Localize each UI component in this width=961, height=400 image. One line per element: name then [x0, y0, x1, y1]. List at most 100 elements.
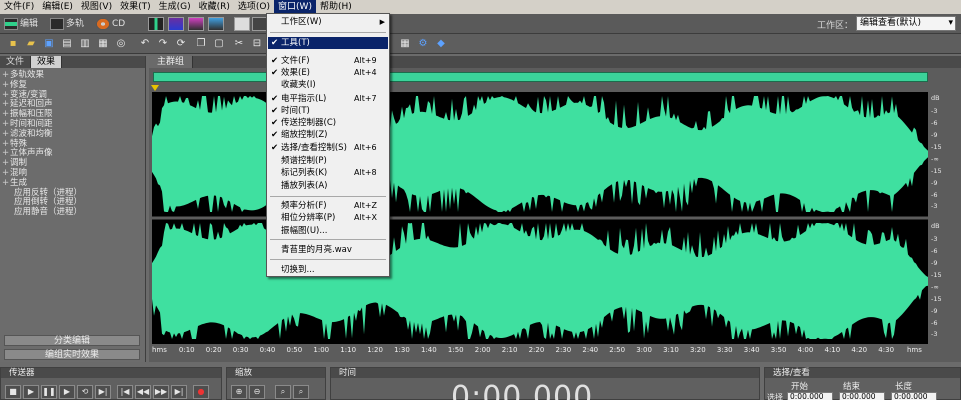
menu-item-3[interactable]: 效果(T) — [116, 0, 155, 14]
time-tick-label: 1:40 — [421, 346, 437, 354]
cut-icon[interactable]: ✂ — [232, 37, 246, 50]
time-ruler[interactable]: hms 0:10 0:20 0:30 0:40 0:50 1:00 1:10 1:20 1:30 1… — [152, 345, 928, 357]
close-file-icon[interactable]: ▦ — [96, 37, 110, 50]
effects-tree-item[interactable]: 应用静音（进程） — [2, 207, 145, 218]
selection-header-start: 开始 — [791, 382, 809, 392]
window-menu-item[interactable]: ✔ 缩放控制(Z) — [268, 129, 388, 141]
edit-mode-button[interactable]: 编辑 — [4, 16, 38, 32]
waveform-view-button[interactable] — [148, 17, 164, 31]
save-icon[interactable]: ▣ — [42, 37, 56, 50]
metronome-icon[interactable]: ▦ — [398, 37, 412, 50]
menu-item-4[interactable]: 生成(G) — [155, 0, 195, 14]
window-menu-item[interactable]: 标记列表(K) Alt+8 — [268, 167, 388, 179]
cd-mode-button[interactable]: CD — [96, 16, 125, 32]
expand-icon[interactable]: + — [2, 178, 10, 189]
import-icon[interactable]: ▥ — [78, 37, 92, 50]
window-menu-item[interactable]: 相位分辨率(P) Alt+X — [268, 212, 388, 224]
zoom-out-icon[interactable]: ⊖ — [249, 385, 265, 399]
workspace-select[interactable]: 编辑查看(默认) — [856, 16, 956, 31]
window-menu-item-label: 相位分辨率(P) — [281, 213, 336, 223]
tab-effects[interactable]: 效果 — [31, 56, 63, 68]
stop-icon[interactable]: ■ — [5, 385, 21, 399]
window-menu-item[interactable]: 振幅图(U)... — [268, 225, 388, 237]
menu-bar: 文件(F) 编辑(E) 视图(V) 效果(T) 生成(G) 收藏(R) 选项(O) 窗口(W)… — [0, 0, 961, 14]
fast-forward-icon[interactable]: ▶▶ — [153, 385, 169, 399]
window-menu-shortcut: Alt+7 — [354, 94, 377, 103]
menu-item-6[interactable]: 选项(O) — [234, 0, 274, 14]
play-to-end-icon[interactable]: ▶| — [95, 385, 111, 399]
window-menu-item[interactable]: ✔ 效果(E) Alt+4 — [268, 67, 388, 79]
window-menu-item[interactable]: 播放列表(A) — [268, 180, 388, 192]
checkmark-icon: ✔ — [271, 143, 279, 153]
record-icon[interactable]: ● — [193, 385, 209, 399]
window-menu-item[interactable]: ✔ 工具(T) — [268, 37, 388, 49]
menu-item-2[interactable]: 视图(V) — [77, 0, 116, 14]
menu-item-5[interactable]: 收藏(R) — [195, 0, 234, 14]
window-menu-item-label: 标记列表(K) — [281, 168, 328, 178]
go-end-icon[interactable]: ▶| — [171, 385, 187, 399]
effects-icon[interactable]: ⚙ — [416, 37, 430, 50]
window-menu-item[interactable]: ✔ 传送控制器(C) — [268, 117, 388, 129]
play-from-cursor-icon[interactable]: ▶ — [59, 385, 75, 399]
menu-item-7[interactable]: 窗口(W) — [274, 0, 316, 14]
menu-item-8[interactable]: 帮助(H) — [316, 0, 356, 14]
menu-item-0[interactable]: 文件(F) — [0, 0, 38, 14]
group-edit-button[interactable]: 分类编辑 — [4, 335, 140, 346]
spectral-view-button[interactable] — [168, 17, 184, 31]
db-label: -9 — [931, 179, 938, 187]
effects-tree-label: 延迟和回声 — [10, 99, 53, 110]
window-menu-item[interactable]: 切换到... — [268, 264, 388, 276]
window-menu-item-label: 工具(T) — [281, 38, 310, 48]
zoom-full-icon[interactable]: ⌕ — [275, 385, 291, 399]
window-menu-item[interactable]: ✔ 选择/查看控制(S) Alt+6 — [268, 142, 388, 154]
window-menu-item[interactable]: 收藏夹(I) — [268, 79, 388, 91]
open-folder-icon[interactable]: ▰ — [24, 37, 38, 50]
spectral-pan-button[interactable] — [188, 17, 204, 31]
window-menu-item[interactable]: 频谱控制(P) — [268, 155, 388, 167]
window-menu-item[interactable]: ✔ 时间(T) — [268, 105, 388, 117]
window-menu-item[interactable]: ✔ 文件(F) Alt+9 — [268, 55, 388, 67]
pause-icon[interactable]: ❚❚ — [41, 385, 57, 399]
db-label: -3 — [931, 330, 938, 338]
workspace-label: 工作区： — [816, 21, 853, 31]
window-menu-item[interactable]: ✔ 电平指示(L) Alt+7 — [268, 93, 388, 105]
zoom-selection-icon[interactable]: ⌕ — [293, 385, 309, 399]
selection-tool-button[interactable] — [234, 17, 250, 31]
repeat-icon[interactable]: ⟳ — [174, 37, 188, 50]
zoom-in-icon[interactable]: ⊕ — [231, 385, 247, 399]
tab-main-group[interactable]: 主群组 — [149, 56, 194, 68]
window-menu-item-label: 振幅图(U)... — [281, 226, 328, 236]
loop-icon[interactable]: ⟲ — [77, 385, 93, 399]
help-icon[interactable]: ◆ — [434, 37, 448, 50]
save-all-icon[interactable]: ▤ — [60, 37, 74, 50]
window-menu-item-label: 播放列表(A) — [281, 181, 328, 191]
play-icon[interactable]: ▶ — [23, 385, 39, 399]
time-tick-label: 0:50 — [286, 346, 303, 354]
window-menu-item-label: 时间(T) — [281, 106, 310, 116]
trim-icon[interactable]: ⊟ — [250, 37, 264, 50]
paste-icon[interactable]: ▢ — [212, 37, 226, 50]
menu-item-1[interactable]: 编辑(E) — [38, 0, 77, 14]
copy-icon[interactable]: ❐ — [194, 37, 208, 50]
cd-insert-icon[interactable]: ◎ — [114, 37, 128, 50]
go-start-icon[interactable]: |◀ — [117, 385, 133, 399]
playhead-marker-icon[interactable] — [151, 85, 159, 91]
window-menu-item[interactable]: 青苔里的月亮.wav — [268, 244, 388, 256]
selection-start-field[interactable]: 0:00.000 — [787, 392, 833, 400]
tab-files[interactable]: 文件 — [0, 56, 32, 68]
window-menu-item[interactable]: 工作区(W) ▶ — [268, 16, 388, 28]
db-label: -3 — [931, 235, 938, 243]
db-label: -3 — [931, 107, 938, 115]
selection-end-field[interactable]: 0:00.000 — [839, 392, 885, 400]
multitrack-mode-button[interactable]: 多轨 — [50, 16, 84, 32]
selection-length-field[interactable]: 0:00.000 — [891, 392, 937, 400]
realtime-effects-button[interactable]: 编组实时效果 — [4, 349, 140, 360]
selection-title: 选择/查看 — [765, 368, 960, 378]
rewind-icon[interactable]: ◀◀ — [135, 385, 151, 399]
spectral-phase-button[interactable] — [208, 17, 224, 31]
time-tick-label: 3:20 — [690, 346, 706, 354]
new-file-icon[interactable]: ▪ — [6, 37, 20, 50]
redo-icon[interactable]: ↷ — [156, 37, 170, 50]
undo-icon[interactable]: ↶ — [138, 37, 152, 50]
window-menu-item[interactable]: 频率分析(F) Alt+Z — [268, 200, 388, 212]
